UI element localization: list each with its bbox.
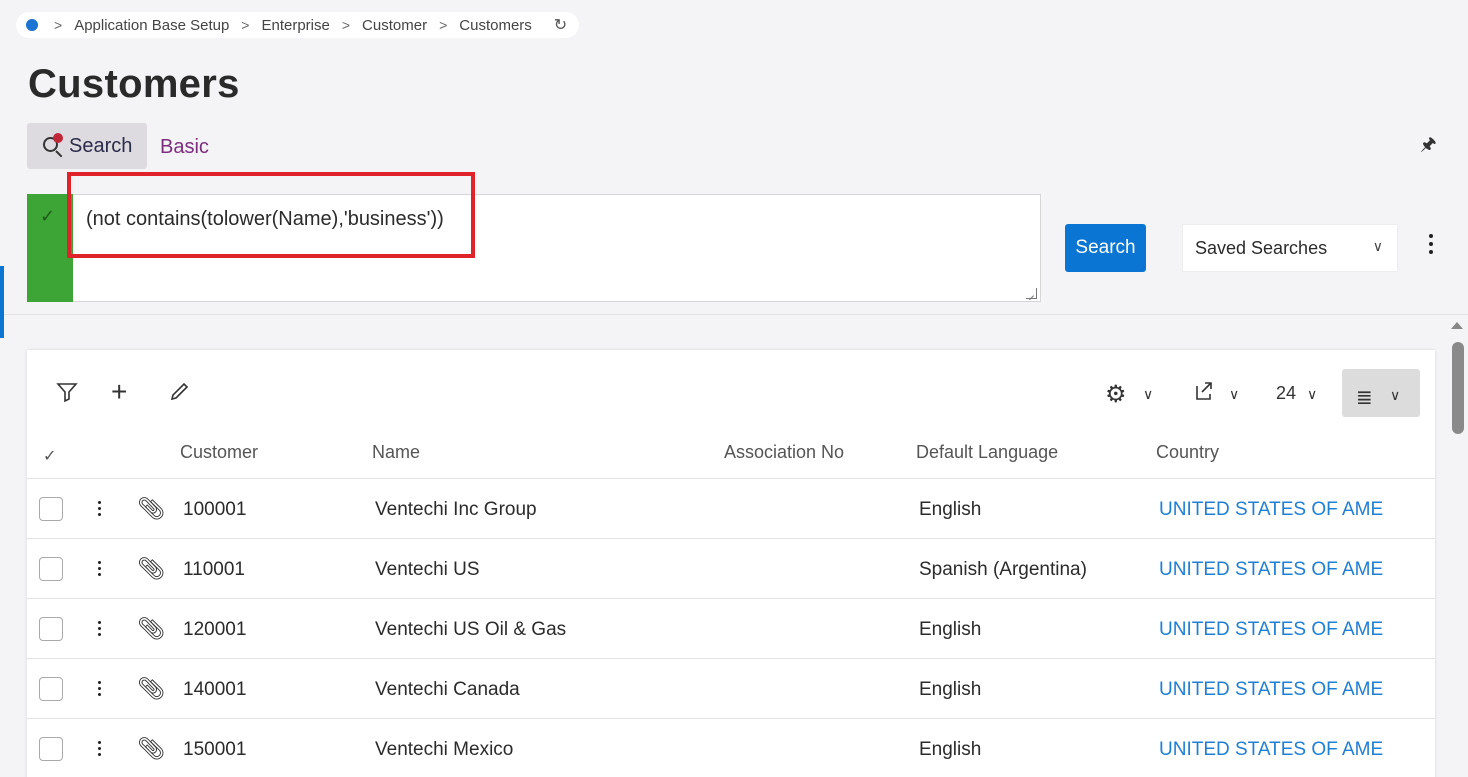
paperclip-icon[interactable]: 📎︎ <box>137 616 165 642</box>
scrollbar-thumb[interactable] <box>1452 342 1464 434</box>
add-icon[interactable]: + <box>111 376 127 408</box>
paperclip-icon[interactable]: 📎︎ <box>137 676 165 702</box>
search-icon <box>41 133 63 158</box>
paperclip-icon[interactable]: 📎︎ <box>137 496 165 522</box>
cell-language: English <box>919 679 982 700</box>
cell-name: Ventechi Canada <box>375 679 520 700</box>
table-row[interactable]: 📎︎ 100001 Ventechi Inc Group English UNI… <box>27 479 1435 539</box>
cell-language: English <box>919 499 982 520</box>
kebab-icon[interactable] <box>96 501 102 519</box>
row-checkbox[interactable] <box>39 617 63 641</box>
chevron-right-icon: > <box>54 17 63 33</box>
query-highlight-box <box>67 172 475 258</box>
table-row[interactable]: 📎︎ 140001 Ventechi Canada English UNITED… <box>27 659 1435 719</box>
divider <box>0 314 1468 315</box>
cell-name: Ventechi Mexico <box>375 739 514 760</box>
cell-language: English <box>919 739 982 760</box>
chevron-down-icon[interactable]: ∨ <box>1229 386 1239 403</box>
cell-country-link[interactable]: UNITED STATES OF AME <box>1159 739 1383 761</box>
page-size-value[interactable]: 24 <box>1276 383 1296 404</box>
column-header-name[interactable]: Name <box>372 442 420 463</box>
cell-customer: 140001 <box>183 679 247 700</box>
column-header-country[interactable]: Country <box>1156 442 1219 463</box>
export-icon[interactable] <box>1193 380 1215 409</box>
search-button[interactable]: Search <box>1065 224 1146 272</box>
chevron-right-icon: > <box>241 17 250 33</box>
cell-language: English <box>919 619 982 640</box>
cell-customer: 100001 <box>183 499 247 520</box>
edit-icon[interactable] <box>169 380 191 409</box>
basic-search-link[interactable]: Basic <box>160 136 209 159</box>
home-dot-icon[interactable] <box>26 19 38 31</box>
search-mode-toggle[interactable]: Search <box>27 123 147 169</box>
refresh-icon[interactable]: ↻ <box>554 15 567 35</box>
cell-language: Spanish (Argentina) <box>919 559 1087 580</box>
scroll-up-arrow[interactable] <box>1451 322 1463 329</box>
kebab-icon[interactable] <box>96 621 102 639</box>
column-header-default-language[interactable]: Default Language <box>916 442 1058 463</box>
filter-icon[interactable] <box>55 380 79 411</box>
cell-customer: 150001 <box>183 739 247 760</box>
chevron-down-icon: ∨ <box>1372 238 1383 254</box>
table-row[interactable]: 📎︎ 110001 Ventechi US Spanish (Argentina… <box>27 539 1435 599</box>
list-view-icon: ≣ <box>1356 387 1373 409</box>
page-title: Customers <box>28 62 240 106</box>
left-accent-bar <box>0 266 4 338</box>
chevron-right-icon: > <box>439 17 448 33</box>
customers-grid: + ⚙ ∨ ∨ 24 ∨ ≣ ∨ ✓ Customer Name Associa… <box>27 350 1435 777</box>
saved-searches-dropdown[interactable]: Saved Searches ∨ <box>1182 224 1398 272</box>
kebab-icon[interactable] <box>1424 234 1438 262</box>
table-row[interactable]: 📎︎ 120001 Ventechi US Oil & Gas English … <box>27 599 1435 659</box>
cell-name: Ventechi Inc Group <box>375 499 537 520</box>
paperclip-icon[interactable]: 📎︎ <box>137 556 165 582</box>
settings-icon[interactable]: ⚙ <box>1105 380 1127 409</box>
row-checkbox[interactable] <box>39 497 63 521</box>
saved-searches-label: Saved Searches <box>1195 237 1328 258</box>
resize-grip-icon[interactable] <box>1026 288 1037 299</box>
kebab-icon[interactable] <box>96 681 102 699</box>
cell-customer: 110001 <box>183 559 245 580</box>
paperclip-icon[interactable]: 📎︎ <box>137 736 165 762</box>
row-checkbox[interactable] <box>39 557 63 581</box>
pin-icon[interactable]: 🖈︎ <box>1420 132 1437 162</box>
cell-country-link[interactable]: UNITED STATES OF AME <box>1159 679 1383 701</box>
chevron-right-icon: > <box>341 17 351 33</box>
chevron-down-icon[interactable]: ∨ <box>1143 386 1153 403</box>
column-header-customer[interactable]: Customer <box>180 442 258 463</box>
table-row[interactable]: 📎︎ 150001 Ventechi Mexico English UNITED… <box>27 719 1435 777</box>
breadcrumb-item[interactable]: Enterprise <box>261 17 329 34</box>
breadcrumb-item[interactable]: Customers <box>459 17 532 34</box>
cell-name: Ventechi US <box>375 559 480 580</box>
chevron-down-icon: ∨ <box>1390 387 1401 403</box>
check-icon: ✓ <box>40 206 56 226</box>
cell-country-link[interactable]: UNITED STATES OF AME <box>1159 499 1383 521</box>
kebab-icon[interactable] <box>96 741 102 759</box>
search-mode-label: Search <box>69 134 133 157</box>
row-checkbox[interactable] <box>39 677 63 701</box>
select-all-check-icon[interactable]: ✓ <box>43 446 56 466</box>
breadcrumb-item[interactable]: Application Base Setup <box>74 17 229 34</box>
cell-name: Ventechi US Oil & Gas <box>375 619 567 640</box>
cell-country-link[interactable]: UNITED STATES OF AME <box>1159 619 1383 641</box>
row-checkbox[interactable] <box>39 737 63 761</box>
cell-customer: 120001 <box>183 619 247 640</box>
cell-country-link[interactable]: UNITED STATES OF AME <box>1159 559 1383 581</box>
chevron-down-icon[interactable]: ∨ <box>1307 386 1317 403</box>
breadcrumb: > Application Base Setup > Enterprise > … <box>16 12 580 38</box>
view-toggle-button[interactable]: ≣ ∨ <box>1342 369 1420 417</box>
breadcrumb-item[interactable]: Customer <box>362 17 427 34</box>
kebab-icon[interactable] <box>96 561 102 579</box>
column-header-association-no[interactable]: Association No <box>724 442 844 463</box>
